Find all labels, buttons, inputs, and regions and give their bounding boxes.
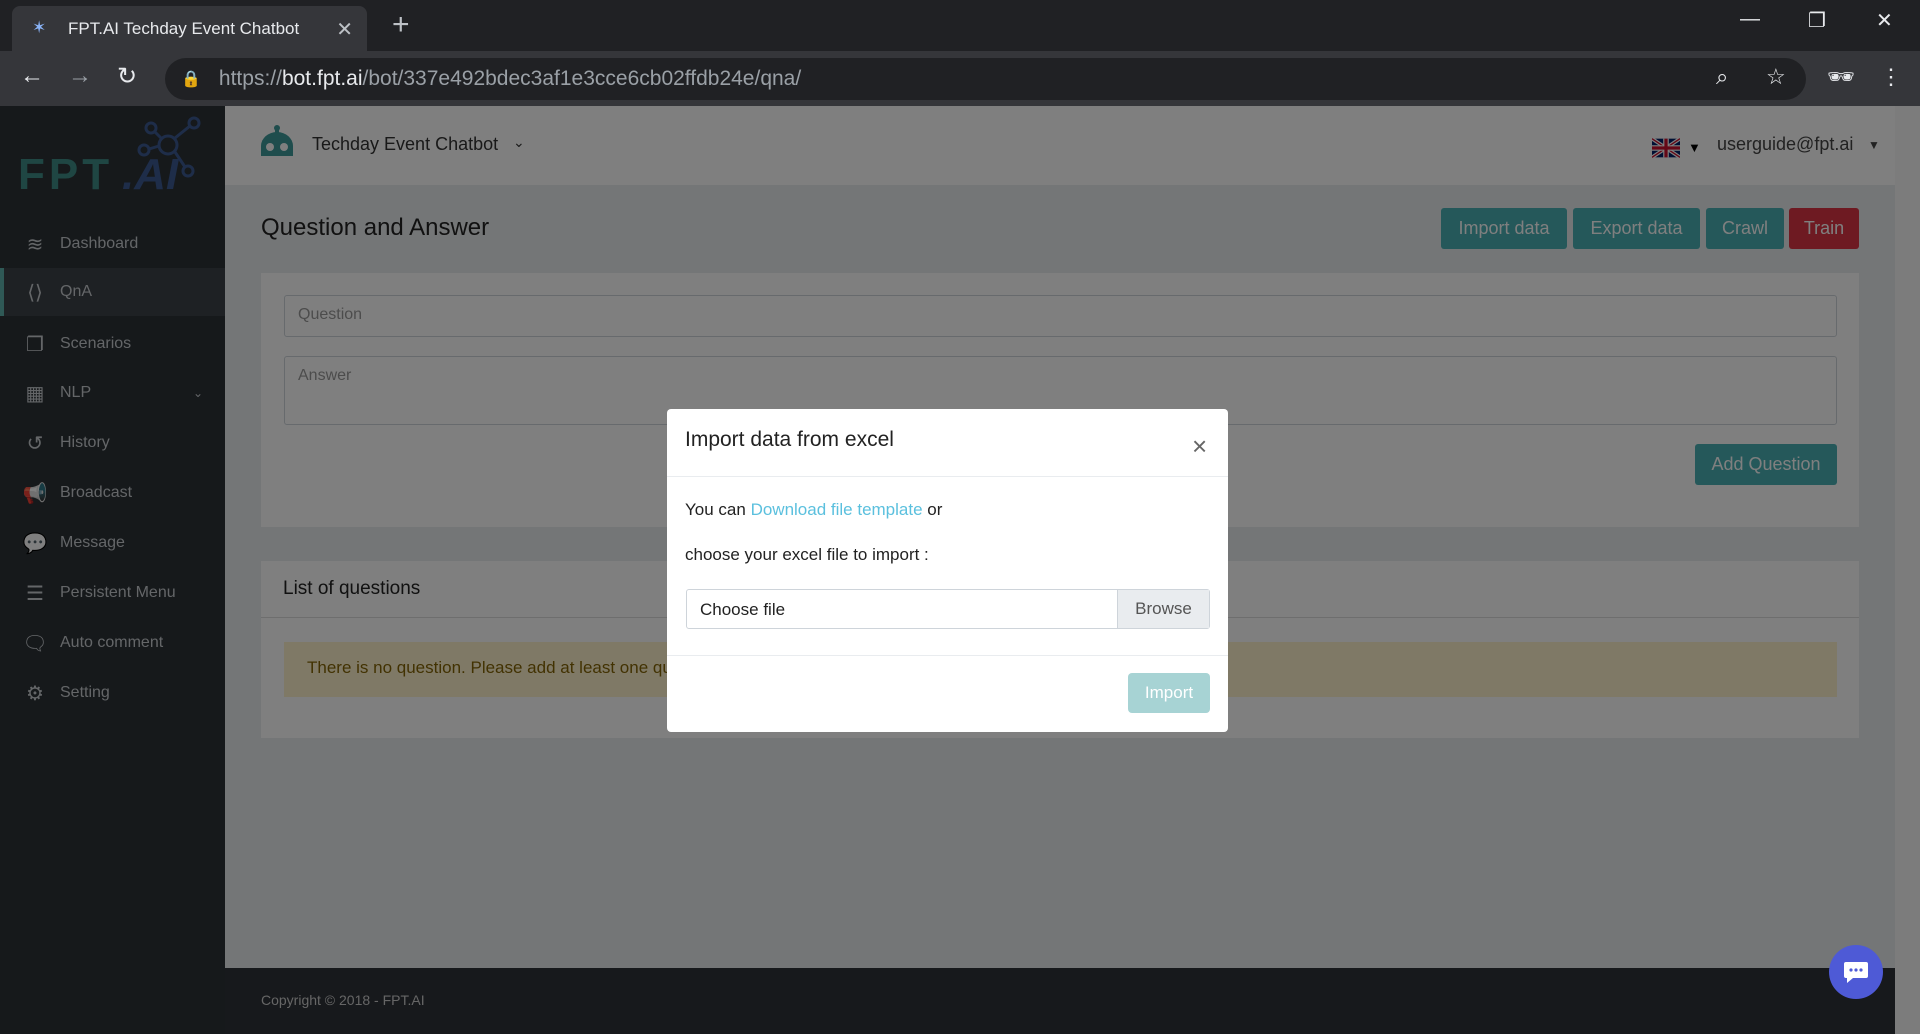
modal-instruction: choose your excel file to import : xyxy=(685,545,929,564)
text-suffix: or xyxy=(927,500,943,519)
zoom-icon[interactable]: ⌕ xyxy=(1716,64,1728,90)
chat-widget-button[interactable] xyxy=(1829,945,1883,999)
back-icon[interactable]: ← xyxy=(20,62,44,90)
url-host: bot.fpt.ai xyxy=(281,67,363,90)
window-close-icon[interactable]: ✕ xyxy=(1876,8,1893,33)
close-tab-icon[interactable]: ✕ xyxy=(336,17,353,42)
download-template-link[interactable]: Download file template xyxy=(751,500,923,519)
import-modal: Import data from excel × You can Downloa… xyxy=(667,409,1228,732)
import-button[interactable]: Import xyxy=(1128,673,1210,713)
lock-icon: 🔒 xyxy=(181,71,201,88)
browser-menu-icon[interactable]: ⋮ xyxy=(1880,64,1902,90)
chat-icon xyxy=(1844,962,1868,983)
file-input[interactable]: Choose file Browse xyxy=(686,589,1210,629)
browser-tab[interactable]: ✶ FPT.AI Techday Event Chatbot ✕ xyxy=(12,6,367,51)
tab-title: FPT.AI Techday Event Chatbot xyxy=(68,18,300,38)
close-icon[interactable]: × xyxy=(1192,431,1207,462)
text-prefix: You can xyxy=(685,500,746,519)
forward-icon[interactable]: → xyxy=(68,62,92,90)
minimize-icon[interactable]: — xyxy=(1740,8,1760,31)
reload-icon[interactable]: ↻ xyxy=(117,62,137,91)
restore-icon[interactable]: ❐ xyxy=(1808,8,1826,33)
url-path: /bot/337e492bdec3af1e3cce6cb02ffdb24e/qn… xyxy=(362,67,802,90)
modal-title: Import data from excel xyxy=(685,428,894,451)
favicon-icon: ✶ xyxy=(32,17,47,37)
divider xyxy=(667,476,1228,477)
new-tab-icon[interactable]: + xyxy=(392,8,410,42)
url-input[interactable]: 🔒 https://bot.fpt.ai/bot/337e492bdec3af1… xyxy=(165,58,1806,100)
browse-button[interactable]: Browse xyxy=(1117,590,1209,628)
file-label: Choose file xyxy=(700,600,786,619)
modal-text: You can Download file template or xyxy=(685,500,942,520)
divider xyxy=(667,655,1228,656)
bookmark-star-icon[interactable]: ☆ xyxy=(1766,64,1786,90)
url-scheme: https:// xyxy=(218,67,282,90)
incognito-icon[interactable]: 🕶 xyxy=(1827,64,1855,90)
